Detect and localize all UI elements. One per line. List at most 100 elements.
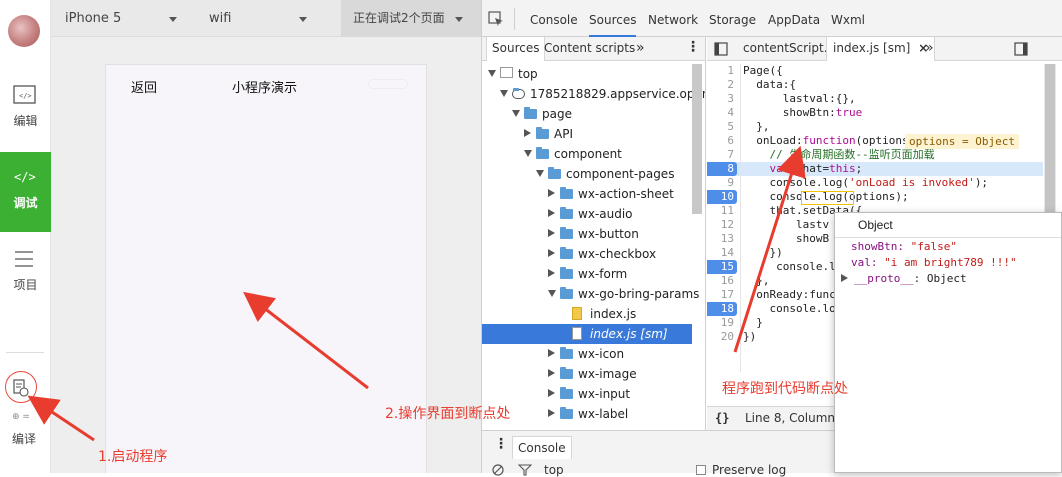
tree-item[interactable]: component [482,144,692,164]
breakpoint-marker[interactable]: 15 [707,260,737,274]
device-select[interactable]: iPhone 5 [65,0,185,37]
line-number[interactable]: 5 [707,120,737,134]
expand-down-icon[interactable] [512,110,520,117]
line-number[interactable]: 3 [707,92,737,106]
tree-item[interactable]: component-pages [482,164,692,184]
breakpoint-marker[interactable]: 18 [707,302,737,316]
breakpoint-marker[interactable]: 8 [707,162,737,176]
context-select[interactable]: top [544,463,564,477]
popover-property-row[interactable]: __proto__: Object [841,271,967,287]
code-text: }, [743,274,770,287]
tool-sidebar: </> 编辑 </> 调试 项目 ⊕ = 编译 [0,0,51,473]
clear-console-icon[interactable] [492,464,504,476]
tree-item[interactable]: index.js [482,304,692,324]
avatar[interactable] [8,15,40,47]
line-number[interactable]: 17 [707,288,737,302]
tree-item[interactable]: wx-go-bring-params [482,284,699,304]
tab-storage[interactable]: Storage [709,0,756,37]
expand-right-icon[interactable] [548,229,555,237]
tree-item[interactable]: top [482,64,692,84]
line-number[interactable]: 9 [707,176,737,190]
expand-right-icon[interactable] [548,349,555,357]
tree-item-label: wx-go-bring-params [578,287,700,301]
expand-down-icon[interactable] [524,150,532,157]
tree-item[interactable]: wx-button [482,224,692,244]
cursor-position: Line 8, Column 1 [745,411,847,425]
sidebar-item-edit[interactable]: </> 编辑 [0,70,51,150]
tree-item[interactable]: index.js [sm] [482,324,692,344]
tree-item-label: wx-action-sheet [578,187,674,201]
tree-item[interactable]: wx-checkbox [482,244,692,264]
pretty-print-icon[interactable]: {} [715,407,729,429]
line-number[interactable]: 6 [707,134,737,148]
tab-network[interactable]: Network [648,0,698,37]
inspect-element-icon[interactable] [488,11,504,27]
phone-back-button[interactable]: 返回 [131,77,157,96]
expand-triangle-icon[interactable] [841,274,848,282]
tree-item[interactable]: wx-audio [482,204,692,224]
tab-wxml[interactable]: Wxml [831,0,865,37]
tab-sources-nav[interactable]: Sources [486,37,546,61]
expand-right-icon[interactable] [524,129,531,137]
preserve-log-checkbox[interactable] [696,465,706,475]
editor-tab-index-js[interactable]: index.js [sm] × [826,37,936,61]
line-number[interactable]: 1 [707,64,737,78]
tree-item[interactable]: wx-action-sheet [482,184,692,204]
line-number[interactable]: 7 [707,148,737,162]
expand-down-icon[interactable] [500,90,508,97]
line-number[interactable]: 13 [707,232,737,246]
toggle-navigator-icon[interactable] [714,42,728,56]
tab-content-scripts[interactable]: Content scripts [544,37,635,61]
sidebar-item-project[interactable]: 项目 [0,234,51,314]
folder-icon [560,247,573,259]
tree-item[interactable]: wx-label [482,404,692,424]
expand-down-icon[interactable] [536,170,544,177]
code-line: 10 console.log(options); [707,190,1043,204]
capsule-menu-icon[interactable] [368,79,408,89]
expand-right-icon[interactable] [548,269,555,277]
expand-right-icon[interactable] [548,209,555,217]
kebab-menu-icon[interactable]: ⋮ [686,37,700,61]
tab-sources[interactable]: Sources [589,0,637,37]
network-select[interactable]: wifi [209,0,329,37]
tree-item[interactable]: page [482,104,692,124]
drawer-tab-console[interactable]: Console [512,436,572,459]
tree-item[interactable]: wx-image [482,364,692,384]
compile-button[interactable]: ⊕ = 编译 [0,368,51,453]
editor-tab-label: index.js [sm] [833,41,911,55]
tab-appdata[interactable]: AppData [768,0,820,37]
debug-pages-select[interactable]: 正在调试2个页面 [341,0,481,37]
tree-item[interactable]: API [482,124,692,144]
sidebar-item-debug[interactable]: </> 调试 [0,152,51,232]
tree-item[interactable]: 1785218829.appservice.open.w [482,84,705,104]
line-number[interactable]: 20 [707,330,737,344]
more-tabs-icon[interactable]: » [636,37,645,61]
expand-right-icon[interactable] [548,369,555,377]
phone-screen[interactable]: 返回 小程序演示 [105,64,427,473]
line-number[interactable]: 19 [707,316,737,330]
expand-down-icon[interactable] [488,70,496,77]
tree-item[interactable]: wx-icon [482,344,692,364]
editor-tabs: contentScript.js index.js [sm] × » [707,37,1062,61]
navigator-scrollbar[interactable] [692,64,702,214]
drawer-menu-icon[interactable]: ⋮ [494,436,508,452]
expand-right-icon[interactable] [548,249,555,257]
filter-icon[interactable] [518,464,532,476]
expand-right-icon[interactable] [548,409,555,417]
expand-right-icon[interactable] [548,189,555,197]
expand-down-icon[interactable] [548,290,556,297]
line-number[interactable]: 11 [707,204,737,218]
tab-console[interactable]: Console [530,0,578,37]
tree-item[interactable]: wx-form [482,264,692,284]
toggle-debugger-icon[interactable] [1014,42,1028,56]
line-number[interactable]: 16 [707,274,737,288]
line-number[interactable]: 12 [707,218,737,232]
line-number[interactable]: 14 [707,246,737,260]
expand-right-icon[interactable] [548,389,555,397]
more-editor-tabs-icon[interactable]: » [925,37,934,61]
line-number[interactable]: 4 [707,106,737,120]
tree-item[interactable]: wx-input [482,384,692,404]
line-number[interactable]: 2 [707,78,737,92]
breakpoint-marker[interactable]: 10 [707,190,737,204]
editor-scrollbar-thumb[interactable] [1045,64,1055,234]
